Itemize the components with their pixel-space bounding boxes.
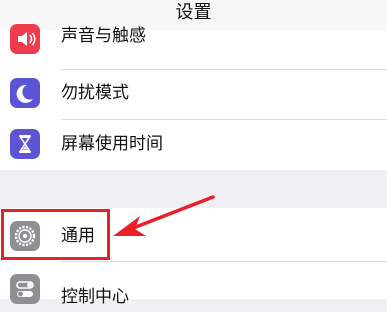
settings-row-screen-time[interactable]: 屏幕使用时间: [0, 120, 387, 170]
settings-row-label: 声音与触感: [61, 26, 146, 46]
settings-row-label: 控制中心: [61, 287, 129, 307]
moon-icon: [10, 78, 40, 108]
settings-row-do-not-disturb[interactable]: 勿扰模式: [0, 70, 387, 120]
settings-row-label: 勿扰模式: [61, 83, 129, 103]
highlight-box: [1, 209, 110, 260]
hourglass-icon: [10, 129, 40, 159]
settings-group-1: 声音与触感 勿扰模式 屏幕使用时间: [0, 24, 387, 170]
toggles-icon: [10, 274, 40, 304]
section-spacer: [0, 170, 387, 208]
settings-row-control-center[interactable]: 控制中心: [0, 262, 387, 312]
speaker-icon: [10, 24, 40, 54]
settings-row-label: 屏幕使用时间: [61, 134, 163, 154]
settings-row-sounds[interactable]: 声音与触感: [0, 20, 387, 70]
